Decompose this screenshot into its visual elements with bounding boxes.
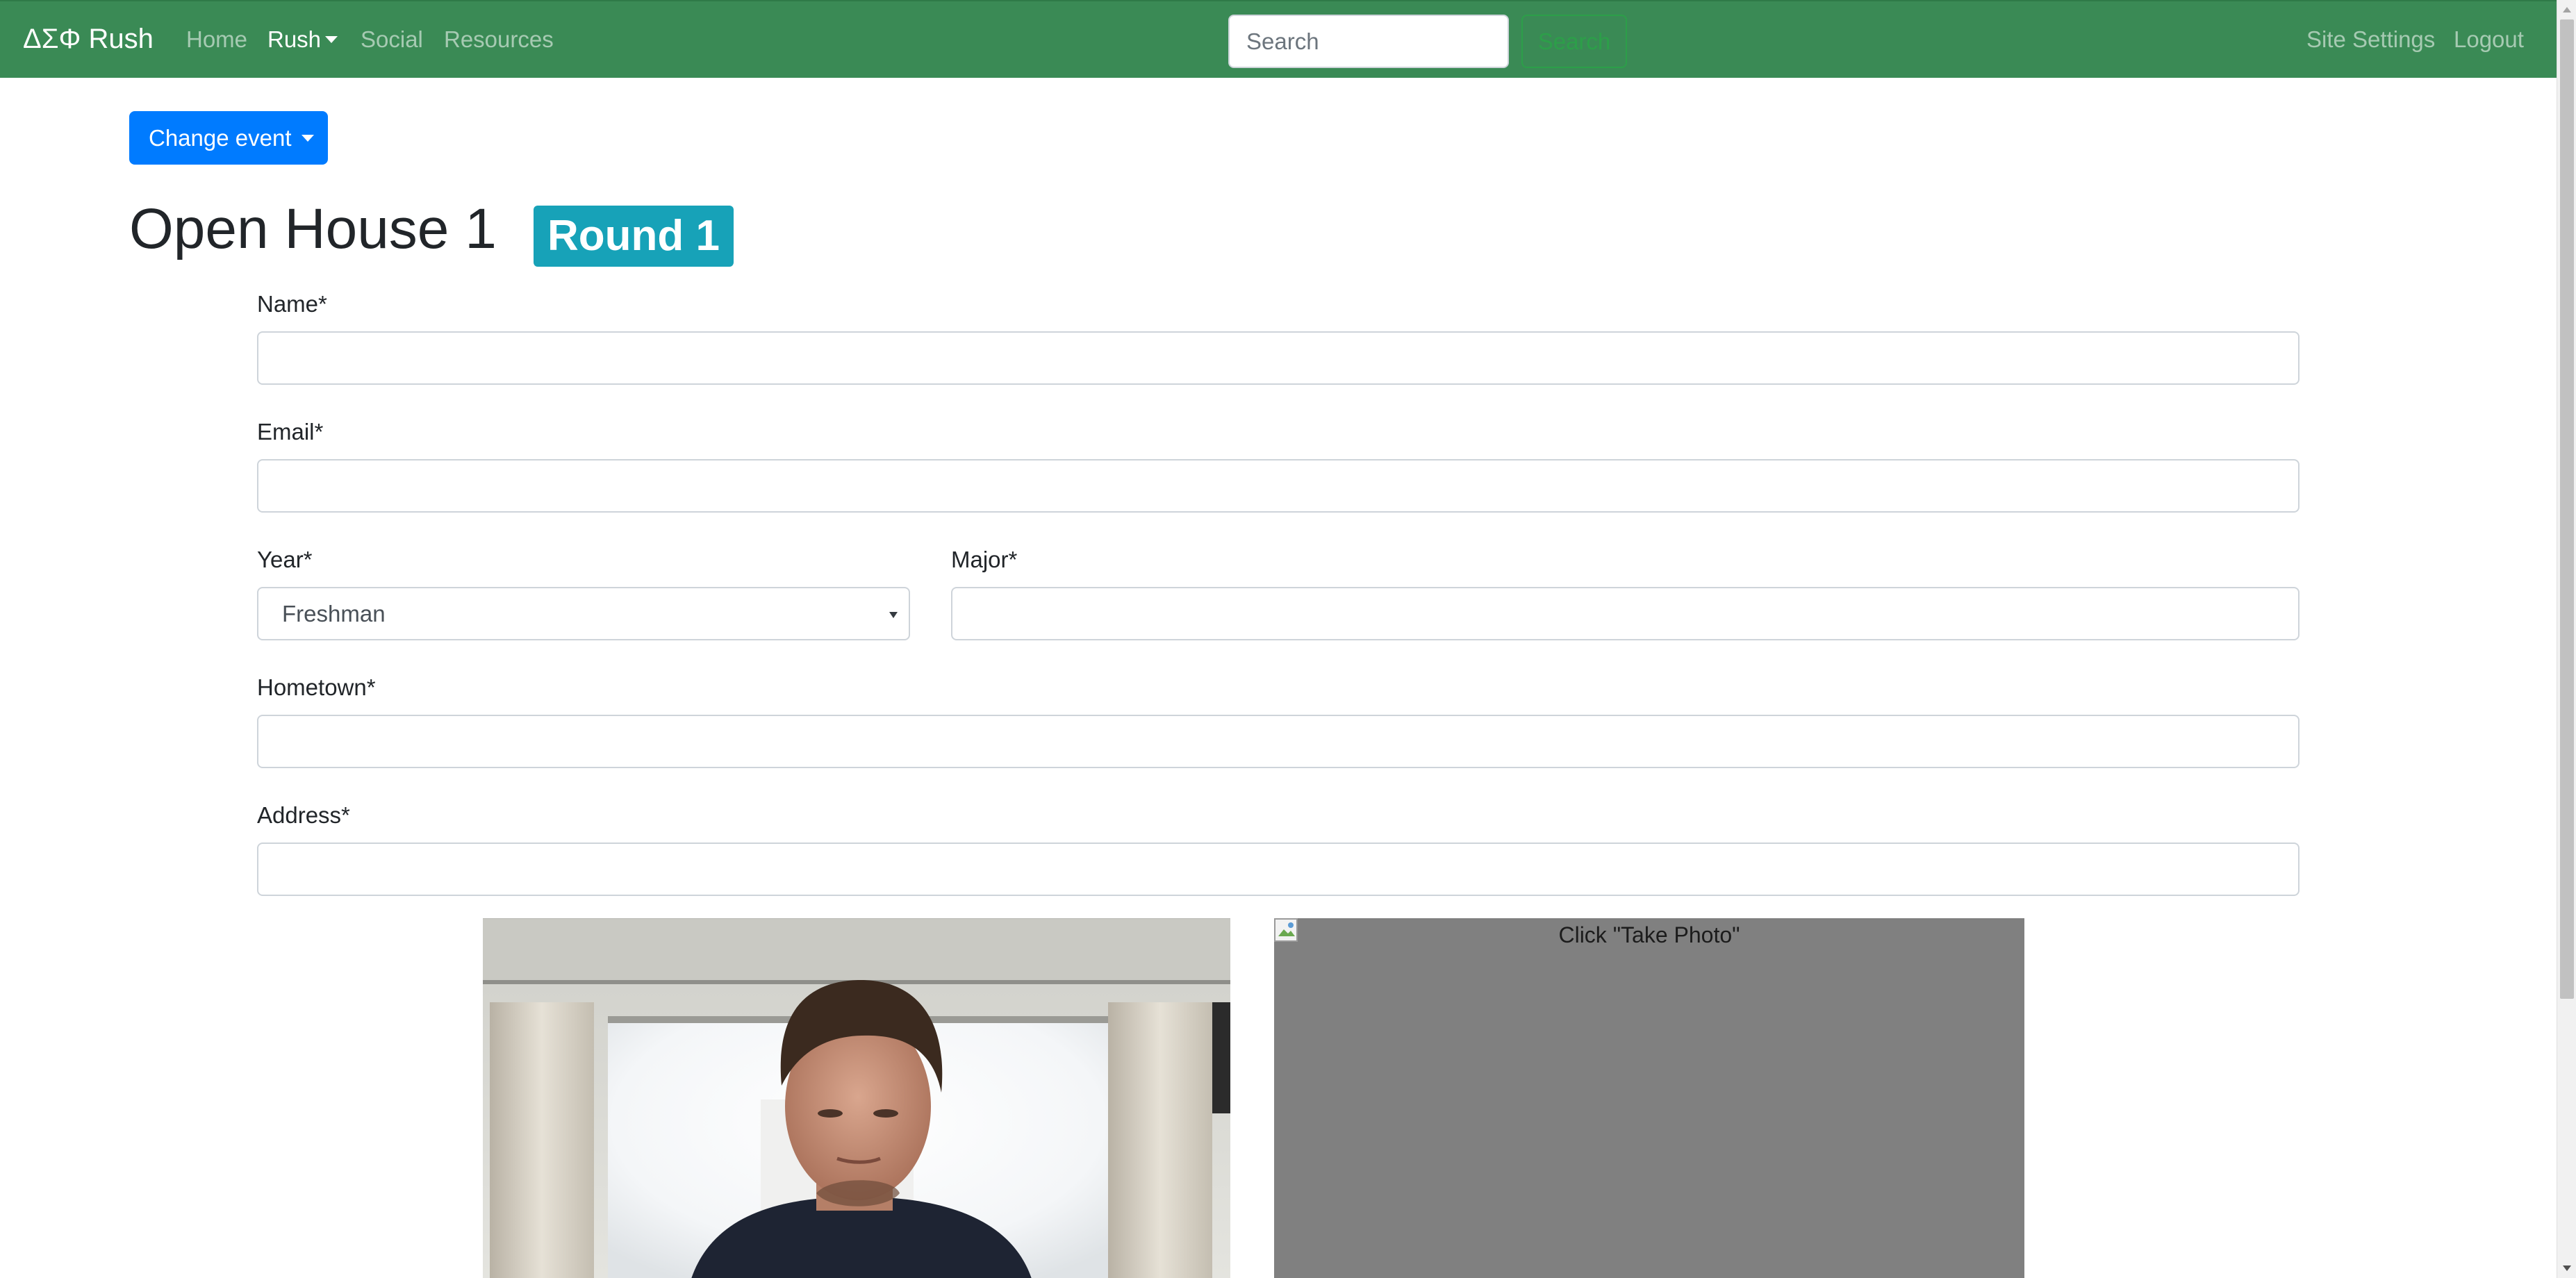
email-field[interactable] [257,459,2300,513]
year-select-value: Freshman [282,601,386,626]
nav-link-logout[interactable]: Logout [2454,25,2524,54]
address-field[interactable] [257,843,2300,896]
search-button[interactable]: Search [1521,15,1627,68]
year-select[interactable]: Freshman [257,587,910,640]
nav-link-site-settings[interactable]: Site Settings [2306,25,2435,54]
major-field[interactable] [951,587,2300,640]
page-scrollbar[interactable] [2557,0,2576,1278]
scroll-down-arrow-icon[interactable] [2563,1265,2571,1271]
brand-logo[interactable]: ΔΣΦ Rush [23,22,154,56]
email-label: Email* [257,419,324,445]
photo-alt-text: Click "Take Photo" [1558,922,1740,947]
nav-dropdown-rush[interactable]: Rush [267,25,338,54]
chevron-down-icon [325,36,338,43]
webcam-video-image [483,919,1230,1278]
top-navbar: ΔΣΦ Rush Home Rush Social Resources Sear… [0,0,2557,78]
nav-link-social[interactable]: Social [361,25,423,54]
nav-link-home[interactable]: Home [186,25,247,54]
scrollbar-thumb[interactable] [2560,19,2574,999]
page-title: Open House 1 [129,197,497,260]
webcam-feed [483,918,1230,1278]
change-event-label: Change event [149,124,292,151]
name-label: Name* [257,291,327,317]
major-label: Major* [951,547,1018,572]
year-label: Year* [257,547,313,572]
name-field[interactable] [257,331,2300,385]
chevron-down-icon [301,134,314,142]
scroll-up-arrow-icon[interactable] [2563,7,2571,13]
nav-link-resources[interactable]: Resources [444,25,554,54]
hometown-label: Hometown* [257,674,376,700]
search-input[interactable] [1228,15,1509,68]
address-label: Address* [257,802,350,828]
round-badge: Round 1 [534,206,734,267]
nav-link-rush-label: Rush [267,26,322,52]
change-event-button[interactable]: Change event [129,111,328,165]
captured-photo-preview: Click "Take Photo" [1274,918,2024,1278]
hometown-field[interactable] [257,715,2300,768]
select-arrow-icon [889,612,898,618]
